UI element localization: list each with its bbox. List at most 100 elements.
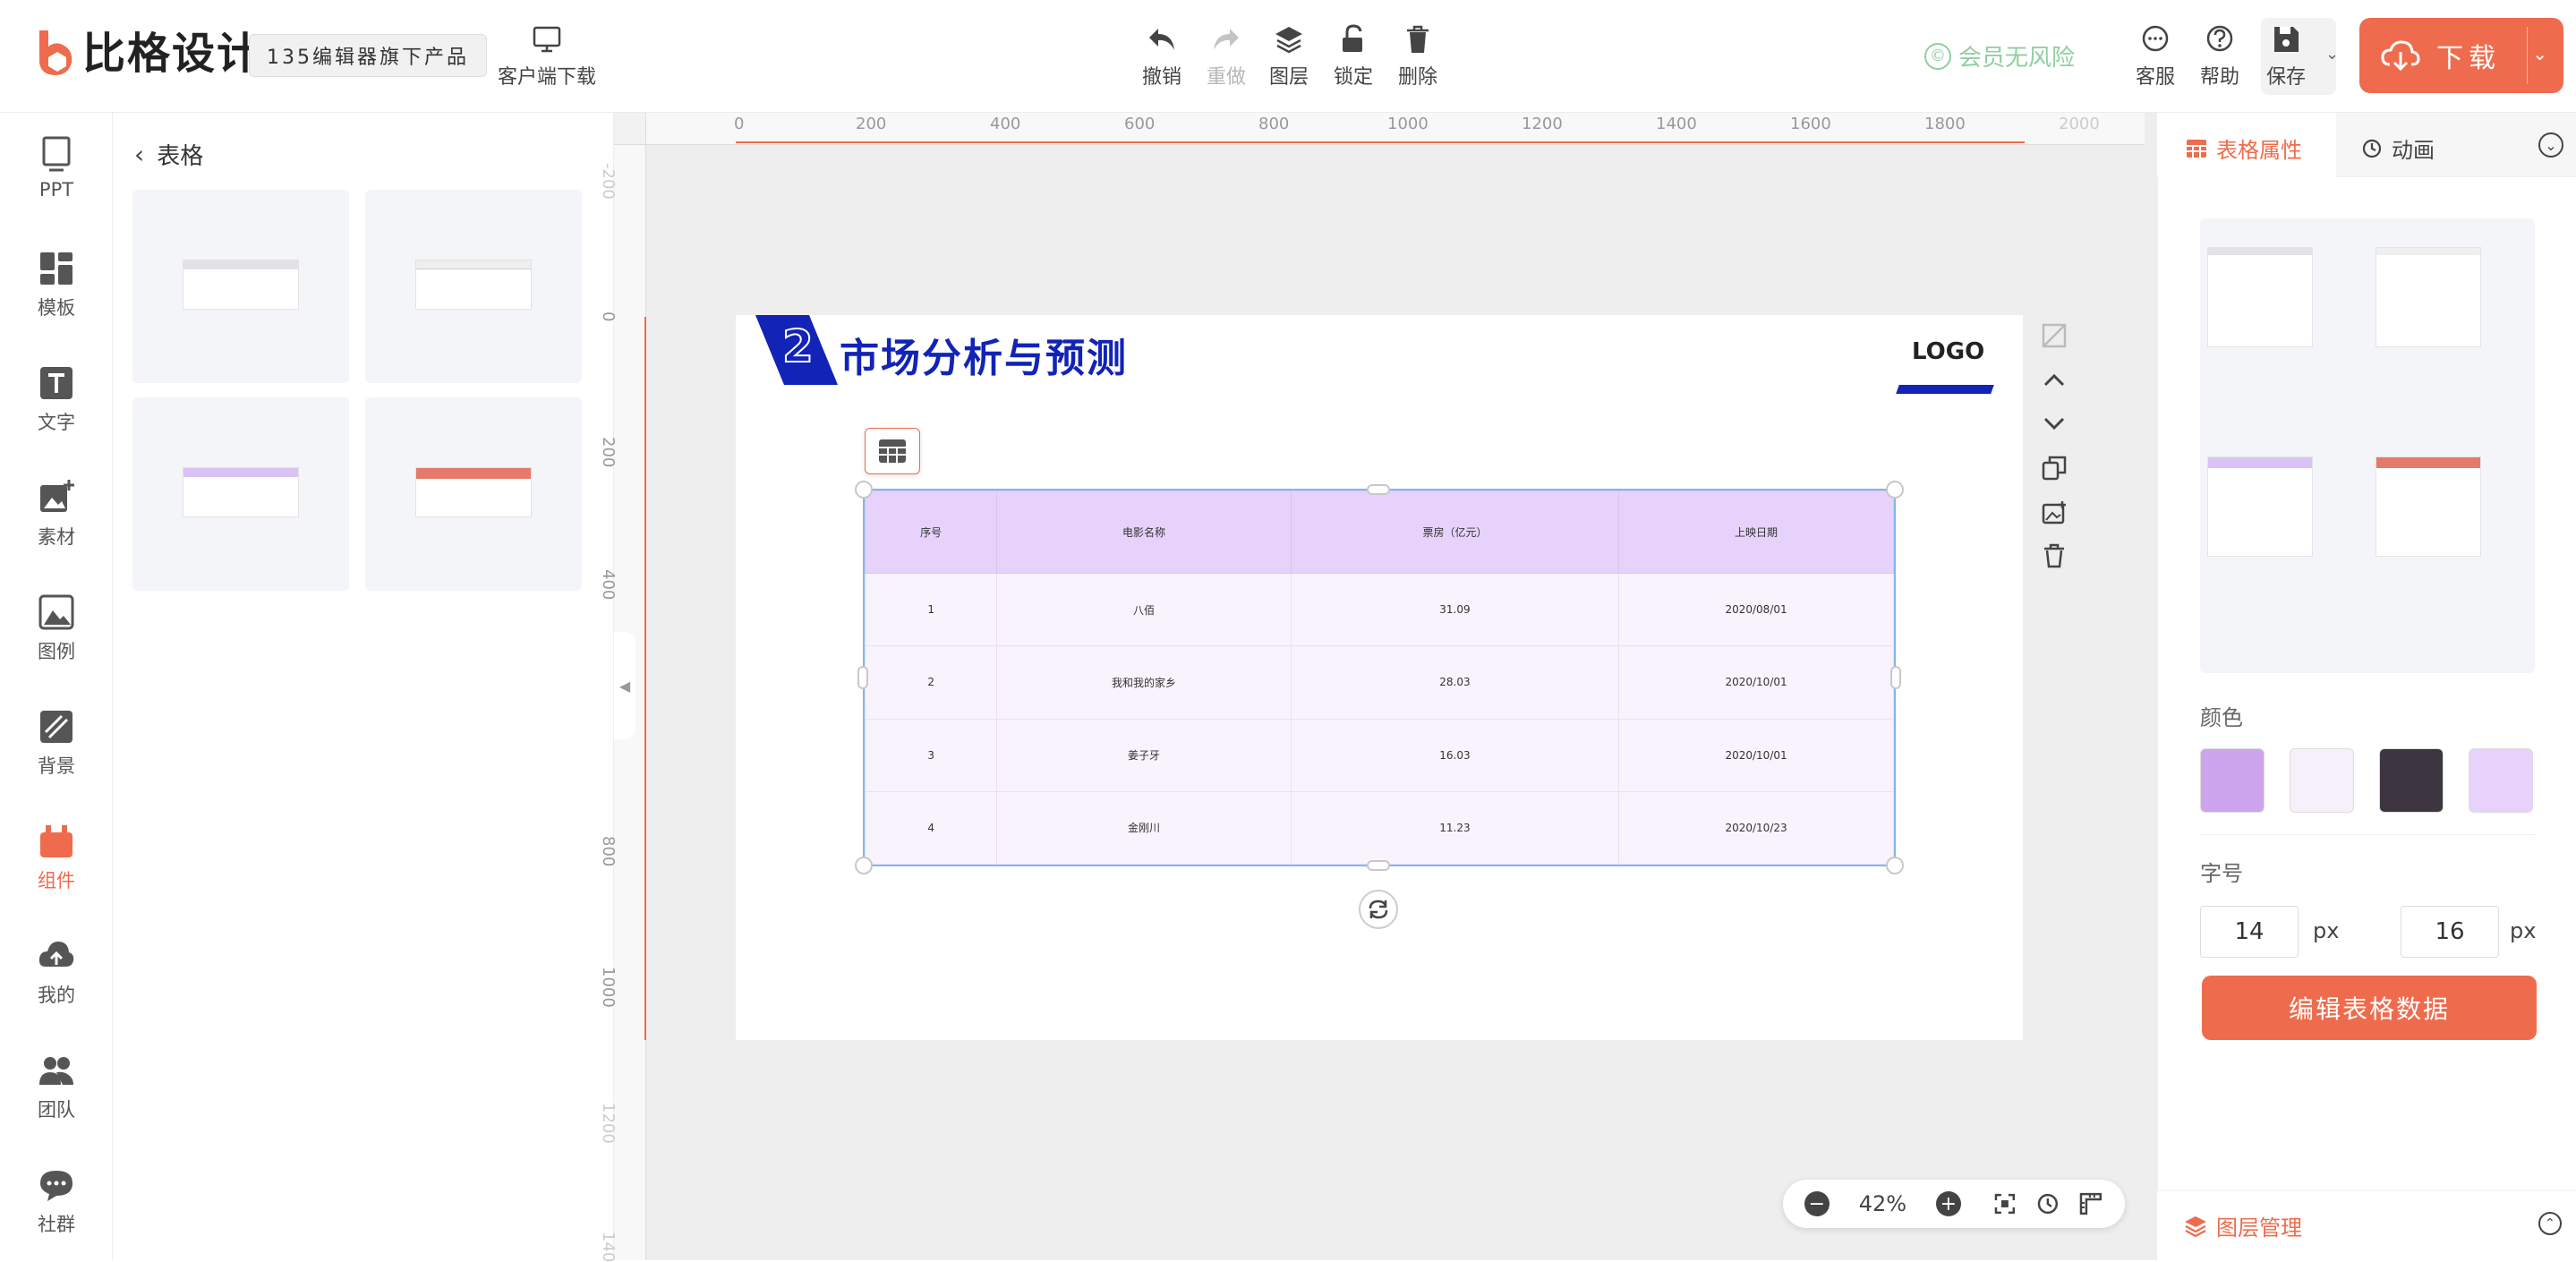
table-style-option[interactable] <box>2207 247 2313 347</box>
zoom-value[interactable]: 42% <box>1849 1191 1916 1216</box>
resize-handle-right[interactable] <box>1890 666 1901 689</box>
move-up-button[interactable] <box>2041 367 2068 397</box>
rotate-handle[interactable] <box>1359 890 1398 929</box>
table-cell[interactable]: 1 <box>864 572 998 647</box>
tab-animation[interactable]: 动画 <box>2361 132 2435 164</box>
nav-item-legend[interactable]: 图例 <box>0 593 113 664</box>
table-cell[interactable]: 2 <box>864 645 998 720</box>
nav-item-background[interactable]: 背景 <box>0 707 113 779</box>
table-cell[interactable]: 2020/10/01 <box>1618 645 1894 720</box>
movie-table[interactable]: 序号 电影名称 票房（亿元） 上映日期 1 八佰 31.09 2020/08/0… <box>864 490 1894 865</box>
ruler-highlight <box>644 317 646 1040</box>
customer-service-button[interactable]: 客服 <box>2136 23 2175 90</box>
color-swatch[interactable] <box>2290 748 2354 813</box>
delete-element-button[interactable] <box>2041 542 2068 573</box>
panel-collapse-chevron-icon[interactable]: ⌄ <box>2538 132 2563 158</box>
table-template-card[interactable] <box>365 397 582 591</box>
product-badge[interactable]: 135编辑器旗下产品 <box>249 34 487 77</box>
replace-image-button[interactable] <box>2041 499 2068 530</box>
save-options-chevron-icon[interactable]: ⌄ <box>2325 45 2339 64</box>
nav-item-template[interactable]: 模板 <box>0 249 113 320</box>
help-button[interactable]: 帮助 <box>2200 23 2239 90</box>
slide-title[interactable]: 市场分析与预测 <box>840 326 1128 383</box>
zoom-out-icon[interactable]: − <box>1804 1191 1830 1216</box>
nav-item-material[interactable]: 素材 <box>0 478 113 550</box>
crop-button[interactable] <box>2041 322 2068 353</box>
resize-handle-bottom[interactable] <box>1367 860 1390 871</box>
cloud-download-icon <box>2381 40 2420 72</box>
nav-label: 社群 <box>38 1214 75 1235</box>
nav-item-community[interactable]: 社群 <box>0 1165 113 1237</box>
table-cell[interactable]: 八佰 <box>996 572 1292 647</box>
font-size-max-input[interactable]: 16 <box>2401 906 2499 958</box>
lock-button[interactable]: 锁定 <box>1334 23 1373 90</box>
table-element[interactable]: 序号 电影名称 票房（亿元） 上映日期 1 八佰 31.09 2020/08/0… <box>863 489 1896 866</box>
nav-item-text[interactable]: 文字 <box>0 363 113 435</box>
table-cell[interactable]: 16.03 <box>1290 718 1620 792</box>
resize-handle-left[interactable] <box>857 666 868 689</box>
color-swatch[interactable] <box>2200 748 2265 813</box>
table-cell[interactable]: 2020/08/01 <box>1618 572 1894 647</box>
nav-item-mine[interactable]: 我的 <box>0 936 113 1008</box>
layers-button[interactable]: 图层 <box>1269 23 1309 90</box>
download-button[interactable]: 下载 ⌄ <box>2359 18 2563 93</box>
table-cell[interactable]: 31.09 <box>1290 572 1620 647</box>
resize-handle-bottom-left[interactable] <box>855 857 873 874</box>
fit-screen-icon[interactable] <box>1993 1192 2017 1215</box>
tab-table-properties[interactable]: 表格属性 <box>2186 132 2302 164</box>
collapse-panel-handle-icon[interactable]: ◀ <box>614 632 635 739</box>
redo-button[interactable]: 重做 <box>1207 23 1246 90</box>
table-template-card[interactable] <box>365 190 582 383</box>
resize-handle-top[interactable] <box>1367 484 1390 495</box>
table-cell[interactable]: 11.23 <box>1290 790 1620 865</box>
nav-item-team[interactable]: 团队 <box>0 1051 113 1122</box>
nav-item-ppt[interactable]: PPT <box>0 134 113 200</box>
ruler-toggle-icon[interactable] <box>2078 1191 2103 1216</box>
font-size-min-input[interactable]: 14 <box>2200 906 2299 958</box>
table-header-cell[interactable]: 票房（亿元） <box>1290 490 1620 574</box>
table-cell[interactable]: 3 <box>864 718 998 792</box>
table-header-cell[interactable]: 上映日期 <box>1618 490 1894 574</box>
delete-button[interactable]: 删除 <box>1398 23 1437 90</box>
color-swatch[interactable] <box>2379 748 2444 813</box>
history-clock-icon[interactable] <box>2036 1192 2060 1215</box>
table-style-option[interactable] <box>2376 247 2481 347</box>
resize-handle-bottom-right[interactable] <box>1886 857 1904 874</box>
nav-item-components[interactable]: 组件 <box>0 822 113 893</box>
table-style-option[interactable] <box>2376 456 2481 557</box>
move-down-button[interactable] <box>2041 410 2068 440</box>
panel-back-button[interactable]: ‹ 表格 <box>134 138 203 171</box>
layer-expand-chevron-icon[interactable]: ⌃ <box>2538 1212 2562 1235</box>
table-cell[interactable]: 4 <box>864 790 998 865</box>
color-swatch[interactable] <box>2469 748 2533 813</box>
resize-handle-top-right[interactable] <box>1886 481 1904 499</box>
table-cell[interactable]: 我和我的家乡 <box>996 645 1292 720</box>
save-button[interactable]: 保存 <box>2266 23 2306 90</box>
layer-manager-button[interactable]: 图层管理 <box>2184 1210 2302 1241</box>
zoom-in-icon[interactable]: + <box>1936 1191 1961 1216</box>
table-template-card[interactable] <box>132 397 349 591</box>
table-type-button[interactable] <box>865 428 920 474</box>
download-chevron-icon[interactable]: ⌄ <box>2532 43 2553 64</box>
ruler-corner-icon[interactable] <box>614 113 646 145</box>
table-cell[interactable]: 2020/10/01 <box>1618 718 1894 792</box>
table-cell[interactable]: 28.03 <box>1290 645 1620 720</box>
trash-icon <box>2044 543 2064 568</box>
table-cell[interactable]: 2020/10/23 <box>1618 790 1894 865</box>
duplicate-button[interactable] <box>2041 455 2068 485</box>
table-cell[interactable]: 金刚川 <box>996 790 1292 865</box>
edit-table-data-button[interactable]: 编辑表格数据 <box>2202 976 2537 1040</box>
ppt-icon <box>42 136 71 172</box>
table-template-card[interactable] <box>132 190 349 383</box>
save-disk-icon <box>2274 27 2299 52</box>
member-guarantee[interactable]: © 会员无风险 <box>1924 39 2075 72</box>
table-header-cell[interactable]: 序号 <box>864 490 998 574</box>
client-download-button[interactable]: 客户端下载 <box>498 23 596 90</box>
table-header-cell[interactable]: 电影名称 <box>996 490 1292 574</box>
table-cell[interactable]: 姜子牙 <box>996 718 1292 792</box>
resize-handle-top-left[interactable] <box>855 481 873 499</box>
layer-manager-label: 图层管理 <box>2216 1215 2302 1241</box>
table-style-option[interactable] <box>2207 456 2313 557</box>
slide-logo-text[interactable]: LOGO <box>1912 338 1984 365</box>
undo-button[interactable]: 撤销 <box>1142 23 1181 90</box>
